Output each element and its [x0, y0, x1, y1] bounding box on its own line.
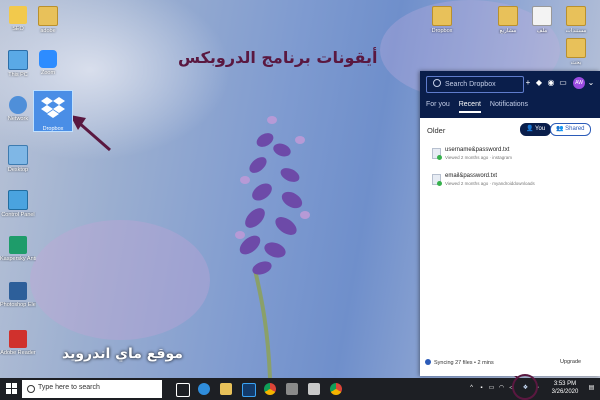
- folder-icon: [566, 38, 586, 58]
- search-icon: [433, 79, 441, 87]
- file-name: username&password.txt: [445, 147, 510, 153]
- dropbox-header: Search Dropbox + ◆ ◉ ▭ AW ⌄ For you Rece…: [420, 71, 600, 118]
- desktop-icon-right-2[interactable]: مشاريع: [490, 6, 526, 34]
- control-panel-icon: [8, 190, 28, 210]
- desktop-icon-right-1[interactable]: Dropbox: [424, 6, 460, 34]
- desktop-icon-kaspersky[interactable]: Kaspersky Anti-Virus: [0, 236, 36, 262]
- tab-for-you[interactable]: For you: [426, 101, 450, 113]
- folder-icon[interactable]: ▭: [558, 78, 568, 88]
- task-view-icon[interactable]: [176, 383, 190, 397]
- desktop-icon-network[interactable]: Network: [0, 96, 36, 122]
- photos-icon[interactable]: [308, 383, 320, 395]
- desktop-icon-adobe-reader[interactable]: Adobe Reader: [0, 330, 36, 356]
- photoshop-taskbar-icon[interactable]: [242, 383, 256, 397]
- cortana-icon: [27, 385, 35, 393]
- sync-icon: [425, 359, 431, 365]
- file-name: email&password.txt: [445, 173, 498, 179]
- desktop-icon-right-5[interactable]: بحث: [558, 38, 594, 66]
- folder-icon: [566, 6, 586, 26]
- desktop-icon-dropbox[interactable]: Dropbox: [33, 90, 73, 132]
- desktop-icon-right-4[interactable]: مستندات: [558, 6, 594, 34]
- desktop-icon-control-panel[interactable]: Control Panel: [0, 190, 36, 218]
- activate-windows-subtitle: Go to Settings to activate Windows.: [482, 355, 577, 361]
- windows-start-icon[interactable]: [6, 383, 18, 395]
- filter-shared-label: Shared: [565, 126, 585, 132]
- desktop-icon-label: Dropbox: [42, 126, 64, 132]
- taskbar: Type here to search ^ ▪ ▭ ◠ ◁ ❖ ▪ 3:53 P…: [0, 378, 600, 400]
- clock-date: 3/26/2020: [551, 389, 579, 395]
- file-meta: Viewed 2 months ago · instagram: [445, 155, 512, 160]
- zoom-icon: [39, 50, 57, 68]
- desktop-icon-photoshop[interactable]: Photoshop Elements CS6: [0, 282, 36, 308]
- desktop-icon-desktop[interactable]: Desktop: [0, 145, 36, 173]
- taskbar-clock[interactable]: 3:53 PM 3/26/2020: [548, 380, 582, 396]
- activate-windows-title: Activate Windows: [482, 343, 554, 353]
- folder-icon: [432, 6, 452, 26]
- shield-folder-icon: [9, 6, 27, 24]
- file-meta: Viewed 2 months ago · myandroiddownloads: [445, 181, 535, 186]
- computer-icon: [8, 50, 28, 70]
- folder-icon: [8, 145, 28, 165]
- section-heading: Older: [427, 126, 446, 135]
- tab-notifications[interactable]: Notifications: [490, 101, 528, 113]
- dropbox-tabs: For you Recent Notifications: [426, 101, 528, 113]
- folder-icon: [38, 6, 58, 26]
- document-icon: [532, 6, 552, 26]
- avatar[interactable]: AW: [573, 77, 585, 89]
- folder-icon: [498, 6, 518, 26]
- chrome-icon[interactable]: [264, 383, 276, 395]
- file-explorer-icon[interactable]: [220, 383, 232, 395]
- tray-wifi-icon[interactable]: ◠: [498, 385, 505, 392]
- filter-you-button[interactable]: 👤 You: [520, 123, 552, 136]
- clock-time: 3:53 PM: [553, 381, 577, 387]
- dropbox-panel: Search Dropbox + ◆ ◉ ▭ AW ⌄ For you Rece…: [420, 71, 600, 376]
- taskbar-search-input[interactable]: Type here to search: [22, 380, 162, 398]
- kaspersky-icon: [9, 236, 27, 254]
- network-icon: [9, 96, 27, 114]
- chevron-down-icon[interactable]: ⌄: [586, 78, 596, 88]
- page-heading: أيقونات برنامج الدروبكس: [178, 48, 378, 67]
- photoshop-icon: [9, 282, 27, 300]
- activate-windows-notice: Activate Windows Go to Settings to activ…: [482, 343, 577, 363]
- plus-icon[interactable]: +: [523, 78, 533, 88]
- desktop-icon-zoom[interactable]: Zoom: [30, 50, 66, 76]
- edge-icon[interactable]: [198, 383, 210, 395]
- dropbox-logo-icon: [41, 97, 65, 118]
- desktop-icon-right-3[interactable]: ملف: [524, 6, 560, 34]
- annotation-circle: [512, 374, 538, 400]
- layers-icon[interactable]: ◆: [534, 78, 544, 88]
- filter-you-label: You: [535, 126, 546, 132]
- tab-recent[interactable]: Recent: [458, 101, 481, 113]
- search-placeholder: Search Dropbox: [445, 81, 496, 88]
- tray-chevron-icon[interactable]: ^: [468, 385, 475, 392]
- app-icon[interactable]: [286, 383, 298, 395]
- globe-icon[interactable]: ◉: [546, 78, 556, 88]
- tray-app-icon[interactable]: ▪: [478, 385, 485, 392]
- filter-shared-button[interactable]: 👥 Shared: [550, 123, 591, 136]
- desktop-icon-adobe[interactable]: adobe: [30, 6, 66, 34]
- notifications-icon[interactable]: ▤: [588, 385, 595, 392]
- dropbox-search-input[interactable]: Search Dropbox: [426, 76, 524, 93]
- synced-check-icon: [437, 181, 442, 186]
- synced-check-icon: [437, 155, 442, 160]
- taskbar-search-placeholder: Type here to search: [38, 384, 100, 391]
- pdf-icon: [9, 330, 27, 348]
- chrome-icon[interactable]: [330, 383, 342, 395]
- tray-battery-icon[interactable]: ▭: [488, 385, 495, 392]
- site-watermark: موقع ماي اندرويد: [62, 346, 183, 362]
